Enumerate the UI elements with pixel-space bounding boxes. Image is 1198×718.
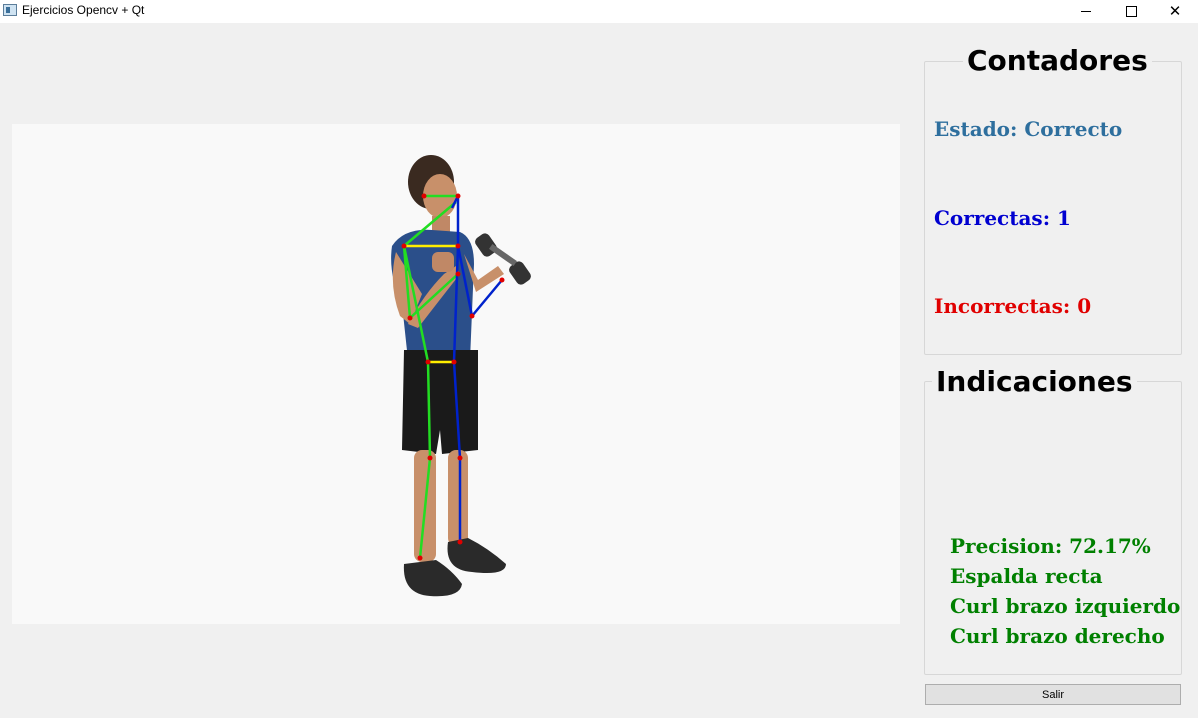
precision-value: 72.17% [1069,534,1151,558]
status-label: Estado: [934,117,1018,141]
correct-count-row: Correctas: 1 [934,206,1071,230]
status-value: Correcto [1024,117,1123,141]
close-icon: ✕ [1168,2,1182,20]
incorrect-count-label: Incorrectas: [934,294,1071,318]
hints-title: Indicaciones [932,365,1137,399]
maximize-button[interactable] [1108,0,1154,23]
app-icon [3,4,17,16]
precision-row: Precision: 72.17% [950,534,1151,558]
precision-label: Precision: [950,534,1063,558]
window-title: Ejercicios Opencv + Qt [22,3,145,17]
correct-count-value: 1 [1057,206,1071,230]
status-row: Estado: Correcto [934,117,1122,141]
hint-message: Curl brazo izquierdo [950,594,1181,618]
minimize-button[interactable] [1063,0,1109,23]
person-figure [391,155,531,597]
hint-message: Espalda recta [950,564,1103,588]
counters-title: Contadores [963,44,1152,78]
incorrect-count-row: Incorrectas: 0 [934,294,1091,318]
hint-message: Curl brazo derecho [950,624,1165,648]
incorrect-count-value: 0 [1077,294,1092,318]
title-bar: Ejercicios Opencv + Qt ✕ [0,0,1198,23]
correct-count-label: Correctas: [934,206,1051,230]
camera-feed [12,124,900,624]
minimize-icon [1081,11,1091,12]
maximize-icon [1125,6,1137,17]
close-button[interactable]: ✕ [1152,0,1198,23]
exit-button[interactable]: Salir [925,684,1181,705]
pose-estimation-image [391,155,531,597]
